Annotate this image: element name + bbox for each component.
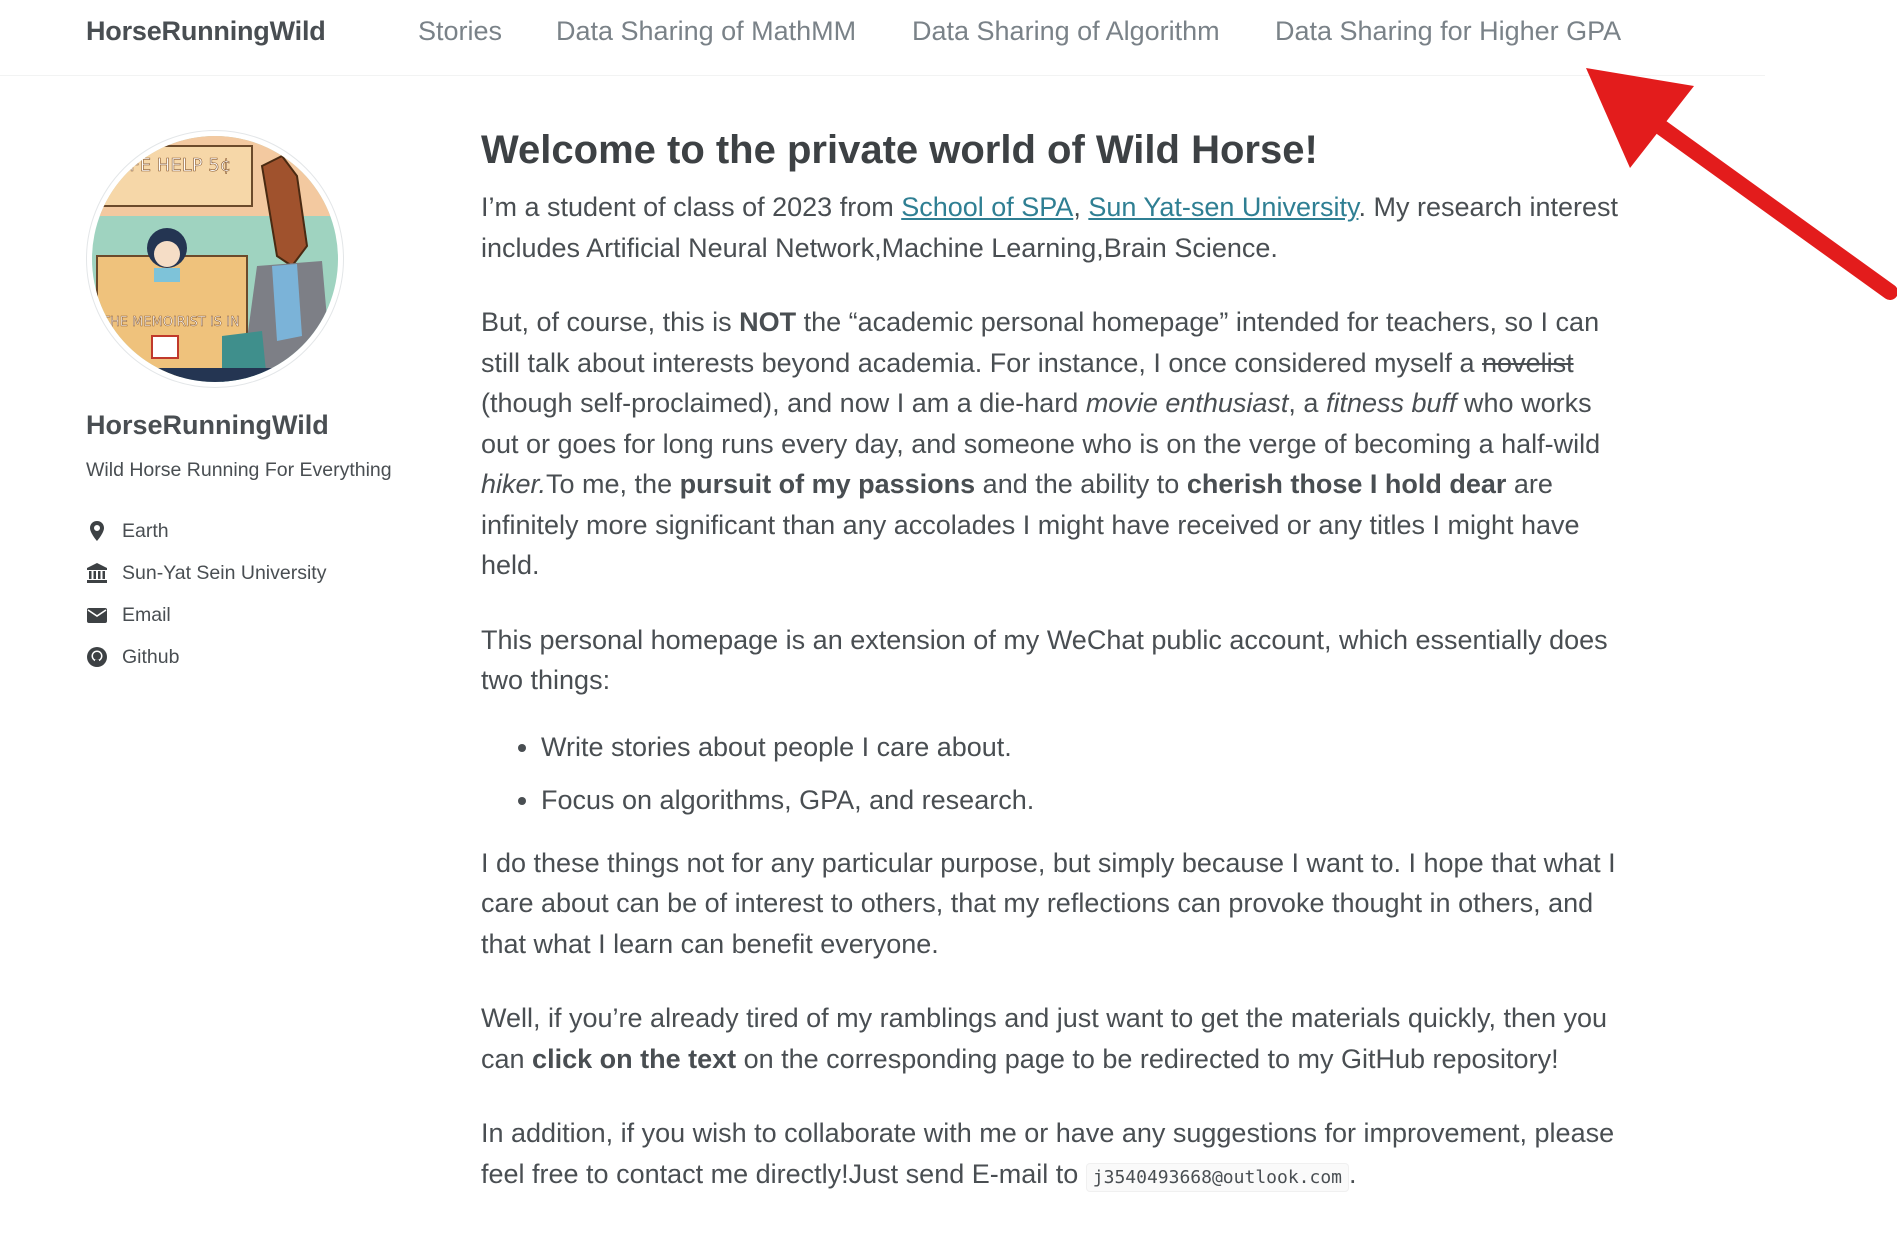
university-label: Sun-Yat Sein University [122, 561, 327, 584]
avatar-sign-top: LIFE HELP 5¢ [114, 155, 231, 176]
github-item[interactable]: Github [86, 636, 426, 678]
location-item: Earth [86, 510, 426, 552]
masthead: HorseRunningWild Stories Data Sharing of… [0, 0, 1765, 76]
red-arrow-annotation [1586, 68, 1897, 300]
github-icon [86, 646, 108, 668]
university-icon [86, 562, 108, 584]
motivation-paragraph: I do these things not for any particular… [481, 847, 1616, 959]
author-bio: Wild Horse Running For Everything [86, 459, 392, 481]
interests-paragraph: But, of course, this is NOT the “academi… [481, 307, 1601, 580]
nav-link-stories[interactable]: Stories [418, 16, 502, 47]
main-content: Welcome to the private world of Wild Hor… [481, 123, 1631, 1232]
contact-paragraph: In addition, if you wish to collaborate … [481, 1113, 1631, 1198]
intro-paragraph: I’m a student of class of 2023 from Scho… [481, 192, 1619, 263]
list-item: Focus on algorithms, GPA, and research. [541, 780, 1631, 821]
email-item[interactable]: Email [86, 594, 426, 636]
nav-link-mathmm[interactable]: Data Sharing of MathMM [556, 16, 856, 47]
avatar-frame: LIFE HELP 5¢ THE MEMOIRIST IS IN [86, 130, 344, 388]
nav-link-algorithm[interactable]: Data Sharing of Algorithm [912, 16, 1220, 47]
purpose-paragraph: This personal homepage is an extension o… [481, 624, 1608, 696]
sun-yat-sen-university-link[interactable]: Sun Yat-sen University [1088, 192, 1358, 222]
author-name: HorseRunningWild [86, 410, 329, 440]
school-of-spa-link[interactable]: School of SPA [901, 192, 1073, 222]
purpose-list: Write stories about people I care about.… [541, 727, 1631, 821]
github-paragraph: Well, if you’re already tired of my ramb… [481, 1003, 1608, 1074]
university-item: Sun-Yat Sein University [86, 552, 426, 594]
email-address: j3540493668@outlook.com [1085, 1162, 1350, 1192]
github-link[interactable]: Github [122, 646, 179, 669]
author-links: Earth Sun-Yat Sein University Email Gith… [86, 510, 426, 678]
list-item: Write stories about people I care about. [541, 727, 1631, 768]
page-title: Welcome to the private world of Wild Hor… [481, 128, 1318, 172]
email-link[interactable]: Email [122, 604, 171, 627]
avatar-sign-bottom: THE MEMOIRIST IS IN [101, 315, 240, 330]
site-title-link[interactable]: HorseRunningWild [86, 16, 326, 47]
nav-link-higher-gpa[interactable]: Data Sharing for Higher GPA [1275, 16, 1621, 47]
map-marker-icon [86, 520, 108, 542]
avatar: LIFE HELP 5¢ THE MEMOIRIST IS IN [92, 136, 338, 382]
author-sidebar: LIFE HELP 5¢ THE MEMOIRIST IS IN HorseRu… [86, 130, 426, 678]
location-label: Earth [122, 519, 169, 542]
envelope-icon [86, 604, 108, 626]
